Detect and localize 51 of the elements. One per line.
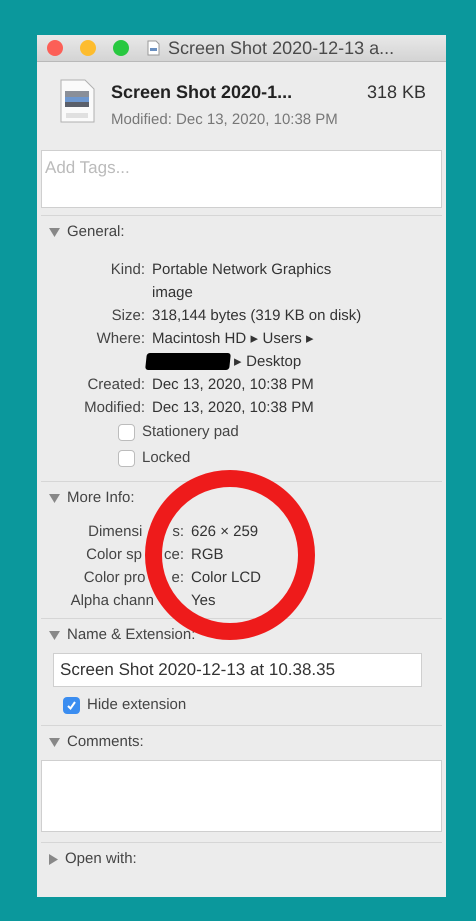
section-title: General:	[67, 222, 125, 242]
field-label: ce:	[164, 544, 184, 564]
field-value: Portable Network Graphics	[152, 260, 332, 280]
field-label: Modified:	[84, 398, 145, 418]
file-size: 318 KB	[366, 81, 426, 104]
field-label: Dimensi	[88, 522, 142, 542]
field-value: 626 × 259	[191, 522, 258, 542]
field-value: Color LCD	[191, 568, 262, 588]
tags-placeholder: Add Tags...	[45, 158, 130, 176]
checkbox-label: Stationery pad	[142, 422, 239, 442]
png-file-icon	[59, 79, 95, 123]
disclosure-triangle-icon[interactable]	[49, 738, 60, 747]
check-icon	[66, 700, 77, 711]
file-name: Screen Shot 2020-1...	[111, 81, 292, 104]
checkbox[interactable]	[118, 450, 135, 467]
section-title: Comments:	[67, 732, 144, 752]
field-value: ▸ Desktop	[234, 352, 302, 372]
disclosure-triangle-icon[interactable]	[49, 228, 60, 237]
field-value: Dec 13, 2020, 10:38 PM	[152, 374, 314, 394]
close-button[interactable]	[47, 40, 63, 56]
field-label: s:	[172, 522, 184, 542]
field-value: RGB	[191, 544, 224, 564]
field-label: Color sp	[86, 544, 142, 564]
modified-date: Modified: Dec 13, 2020, 10:38 PM	[111, 110, 339, 130]
disclosure-triangle-icon[interactable]	[49, 854, 58, 865]
field-label: Color pro	[84, 568, 146, 588]
field-value: Dec 13, 2020, 10:38 PM	[152, 398, 314, 418]
checkbox-label: Locked	[142, 448, 190, 468]
field-label: Kind:	[110, 260, 145, 280]
field-label: e:	[171, 568, 184, 588]
name-field[interactable]: Screen Shot 2020-12-13 at 10.38.35	[53, 652, 422, 686]
comments-field[interactable]	[41, 760, 442, 832]
section-title: Open with:	[65, 849, 137, 870]
field-label: Where:	[96, 328, 145, 348]
field-value: image	[152, 282, 193, 302]
field-value: 318,144 bytes (319 KB on disk)	[152, 306, 362, 326]
file-icon	[147, 40, 160, 56]
checkbox[interactable]	[118, 424, 135, 441]
section-title: Name & Extension:	[67, 625, 196, 646]
disclosure-triangle-icon[interactable]	[49, 494, 60, 503]
field-value: Yes	[191, 590, 216, 610]
window-title: Screen Shot 2020-12-13 a...	[168, 36, 394, 60]
field-label: Size:	[112, 306, 145, 326]
checkbox[interactable]	[63, 697, 80, 714]
disclosure-triangle-icon[interactable]	[49, 631, 60, 640]
checkbox-label: Hide extension	[87, 695, 186, 716]
section-title: More Info:	[67, 488, 135, 508]
zoom-button[interactable]	[113, 40, 129, 56]
field-value: Macintosh HD ▸ Users ▸	[152, 328, 314, 348]
field-label: Created:	[87, 374, 145, 394]
field-label: Alpha chann	[70, 590, 154, 610]
